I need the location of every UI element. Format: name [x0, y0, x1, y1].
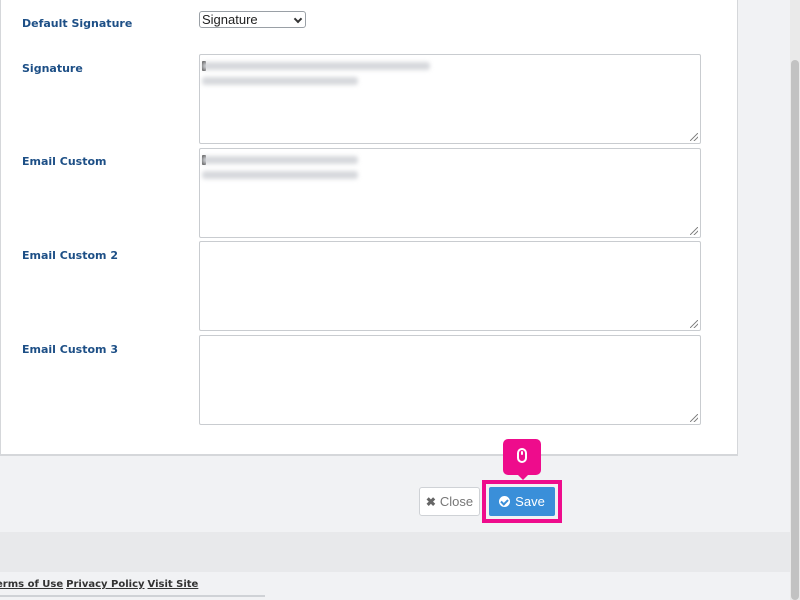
email-custom-2-textarea[interactable]: [199, 241, 701, 331]
footer-links: erms of Use Privacy Policy Visit Site: [0, 579, 201, 590]
save-button[interactable]: Save: [489, 487, 555, 516]
close-icon: ✖: [425, 494, 436, 509]
blurred-text-line: [202, 77, 358, 85]
save-button-label: Save: [515, 494, 545, 509]
default-signature-value: Signature: [202, 12, 258, 27]
resize-handle-icon[interactable]: [690, 320, 698, 328]
blurred-text-line: [202, 171, 358, 179]
email-custom-3-label: Email Custom 3: [22, 343, 118, 356]
visit-site-link[interactable]: Visit Site: [148, 579, 199, 590]
blurred-text-line: [202, 62, 430, 70]
email-custom-label: Email Custom: [22, 155, 107, 168]
blurred-text-line: [202, 156, 358, 164]
email-custom-2-label: Email Custom 2: [22, 249, 118, 262]
footer-divider: [0, 595, 265, 597]
resize-handle-icon[interactable]: [690, 133, 698, 141]
resize-handle-icon[interactable]: [690, 414, 698, 422]
default-signature-select[interactable]: Signature: [199, 11, 306, 28]
close-button[interactable]: ✖ Close: [419, 487, 480, 516]
signature-textarea[interactable]: [199, 54, 701, 144]
close-button-label: Close: [439, 494, 474, 509]
email-custom-textarea[interactable]: [199, 148, 701, 238]
scrollbar-thumb[interactable]: [791, 60, 799, 600]
email-custom-3-textarea[interactable]: [199, 335, 701, 425]
check-circle-icon: [499, 496, 511, 507]
signature-form-card: Default Signature Signature Signature Em…: [0, 0, 738, 456]
default-signature-label: Default Signature: [22, 17, 133, 30]
privacy-link[interactable]: Privacy Policy: [66, 579, 144, 590]
terms-link[interactable]: erms of Use: [0, 579, 63, 590]
scrollbar[interactable]: [790, 0, 800, 600]
mouse-pointer-badge: [503, 439, 541, 480]
mouse-icon: [517, 448, 527, 463]
resize-handle-icon[interactable]: [690, 227, 698, 235]
chevron-down-icon: [293, 14, 303, 24]
signature-label: Signature: [22, 62, 83, 75]
footer-band: [0, 532, 790, 572]
